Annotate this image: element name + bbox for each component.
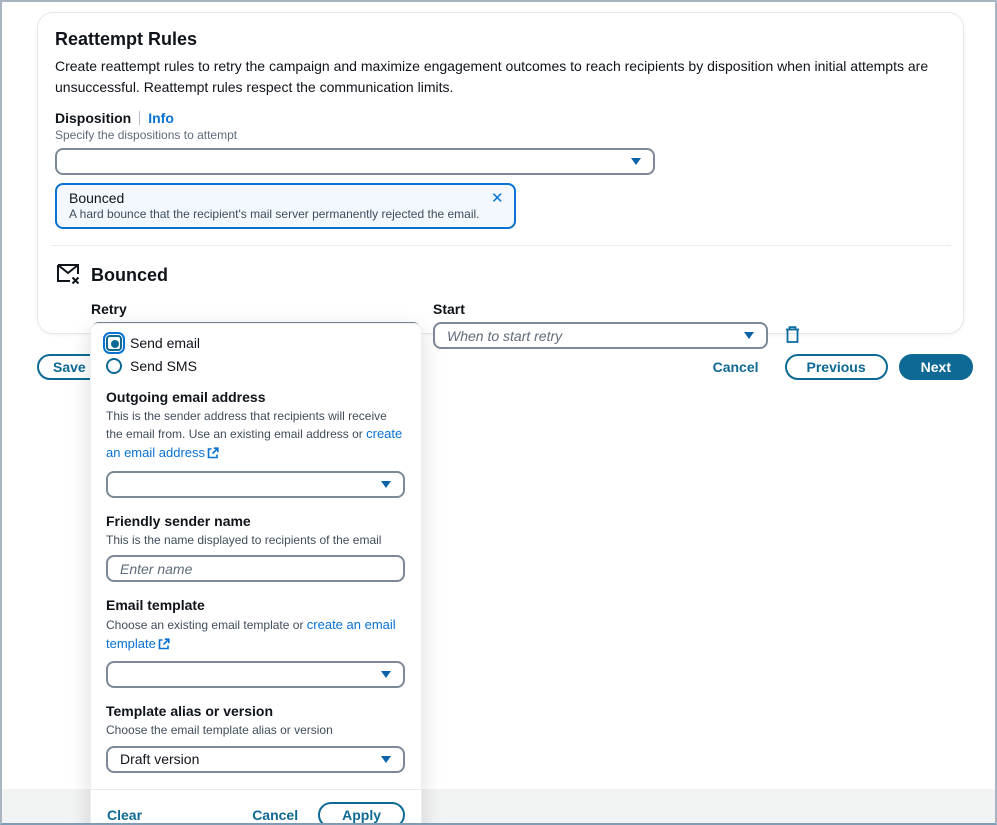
trash-icon — [784, 325, 801, 344]
chevron-down-icon — [744, 332, 754, 339]
label-separator — [139, 111, 140, 125]
start-select-placeholder: When to start retry — [447, 328, 562, 344]
retry-label: Retry — [91, 301, 421, 317]
option-label: Send email — [130, 335, 200, 351]
option-send-email[interactable]: Send email — [106, 335, 405, 351]
disposition-token-bounced[interactable]: Bounced A hard bounce that the recipient… — [55, 183, 516, 229]
template-alias-label: Template alias or version — [106, 703, 405, 719]
option-label: Send SMS — [130, 358, 197, 374]
panel-cancel-button[interactable]: Cancel — [252, 807, 298, 823]
start-field: Start When to start retry — [433, 301, 768, 349]
apply-button[interactable]: Apply — [318, 802, 405, 825]
friendly-name-description: This is the name displayed to recipients… — [106, 532, 405, 549]
friendly-name-input[interactable] — [106, 555, 405, 582]
description-text: Choose an existing email template or — [106, 618, 307, 632]
clear-button[interactable]: Clear — [107, 807, 142, 823]
token-description: A hard bounce that the recipient's mail … — [69, 207, 480, 221]
email-template-section: Email template Choose an existing email … — [106, 597, 405, 688]
friendly-name-section: Friendly sender name This is the name di… — [106, 513, 405, 582]
start-select[interactable]: When to start retry — [433, 322, 768, 349]
template-alias-select-value: Draft version — [120, 751, 199, 767]
disposition-label: Disposition — [55, 110, 131, 126]
disposition-helper: Specify the dispositions to attempt — [55, 128, 943, 142]
template-alias-select[interactable]: Draft version — [106, 746, 405, 773]
external-link-icon — [158, 638, 170, 655]
page: Reattempt Rules Create reattempt rules t… — [0, 0, 997, 825]
disposition-label-row: Disposition Info — [55, 110, 943, 126]
divider — [51, 245, 951, 246]
chevron-down-icon — [631, 158, 641, 165]
description-text: This is the sender address that recipien… — [106, 409, 387, 441]
close-icon[interactable]: ✕ — [491, 191, 504, 206]
previous-button[interactable]: Previous — [785, 354, 888, 380]
panel-footer: Clear Cancel Apply — [91, 789, 421, 825]
outgoing-email-description: This is the sender address that recipien… — [106, 408, 405, 465]
bounced-section-title: Bounced — [91, 265, 168, 286]
cancel-button[interactable]: Cancel — [713, 359, 759, 375]
outgoing-email-label: Outgoing email address — [106, 389, 405, 405]
page-description: Create reattempt rules to retry the camp… — [55, 56, 943, 98]
email-template-select[interactable] — [106, 661, 405, 688]
retry-options-panel: Send email Send SMS Outgoing email addre… — [90, 323, 422, 825]
chevron-down-icon — [381, 756, 391, 763]
email-template-label: Email template — [106, 597, 405, 613]
external-link-icon — [207, 447, 219, 464]
bounced-section-header: Bounced — [55, 260, 943, 291]
friendly-name-label: Friendly sender name — [106, 513, 405, 529]
radio-unchecked-icon[interactable] — [106, 358, 122, 374]
email-template-description: Choose an existing email template or cre… — [106, 616, 405, 655]
page-title: Reattempt Rules — [55, 29, 943, 50]
disposition-select[interactable] — [55, 148, 655, 175]
template-alias-section: Template alias or version Choose the ema… — [106, 703, 405, 772]
email-bounce-icon — [55, 260, 81, 291]
delete-rule-button[interactable] — [784, 301, 801, 349]
outgoing-email-select[interactable] — [106, 471, 405, 498]
outgoing-email-section: Outgoing email address This is the sende… — [106, 389, 405, 498]
option-send-sms[interactable]: Send SMS — [106, 358, 405, 374]
next-button[interactable]: Next — [899, 354, 973, 380]
reattempt-rules-card: Reattempt Rules Create reattempt rules t… — [37, 12, 964, 334]
wizard-actions: Cancel Previous Next — [713, 354, 973, 380]
chevron-down-icon — [381, 671, 391, 678]
radio-checked-icon[interactable] — [106, 335, 122, 351]
chevron-down-icon — [381, 481, 391, 488]
template-alias-description: Choose the email template alias or versi… — [106, 722, 405, 739]
start-label: Start — [433, 301, 768, 317]
token-title: Bounced — [69, 190, 480, 206]
info-link[interactable]: Info — [148, 110, 174, 126]
